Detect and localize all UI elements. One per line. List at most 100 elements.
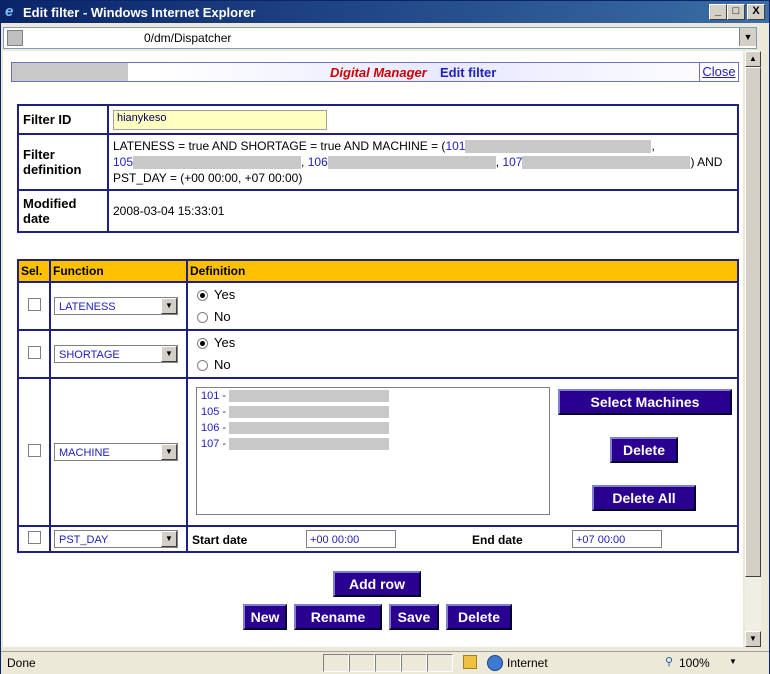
page-header: Digital Manager Edit filter Close: [11, 62, 739, 82]
status-pane: [375, 654, 401, 672]
redacted-block: [133, 156, 302, 170]
filter-info-table: Filter ID hianykeso Filter definition LAT…: [17, 104, 739, 233]
select-machines-button[interactable]: Select Machines: [558, 389, 732, 415]
page-icon: [7, 30, 23, 46]
address-dropdown-icon[interactable]: ▼: [739, 28, 756, 46]
row-checkbox[interactable]: [27, 531, 41, 544]
machine-label: 107 -: [201, 438, 227, 450]
select-value: SHORTAGE: [59, 349, 120, 361]
col-definition-header: Definition: [186, 259, 739, 283]
close-link[interactable]: Close: [699, 63, 738, 81]
end-date-label: End date: [472, 533, 523, 547]
function-select[interactable]: PST_DAY ▼: [54, 530, 178, 548]
filter-definition-text: LATENESS = true AND SHORTAGE = true AND …: [107, 133, 739, 191]
status-pane: [427, 654, 453, 672]
status-pane: [323, 654, 349, 672]
add-row-button[interactable]: Add row: [333, 571, 421, 597]
page-content: Digital Manager Edit filter Close Filter…: [3, 51, 743, 647]
label-line: definition: [23, 162, 82, 177]
machine-id: 105: [113, 155, 134, 169]
chevron-down-icon: ▼: [161, 346, 177, 362]
status-bar: Done Internet ⚲ 100% ▼: [1, 651, 769, 674]
machine-label: 106 -: [201, 422, 227, 434]
filter-id-input[interactable]: hianykeso: [113, 109, 327, 130]
function-select[interactable]: SHORTAGE ▼: [54, 345, 178, 363]
end-date-input[interactable]: +07 00:00: [572, 530, 662, 548]
yes-radio[interactable]: [197, 290, 208, 302]
radio-label: Yes: [214, 335, 236, 350]
status-pane: [349, 654, 375, 672]
redacted-block: [229, 390, 390, 403]
start-date-input[interactable]: +00 00:00: [306, 530, 396, 548]
function-select[interactable]: LATENESS ▼: [54, 297, 178, 315]
lock-icon: [463, 655, 477, 669]
chevron-down-icon: ▼: [161, 531, 177, 547]
redacted-block: [12, 63, 128, 81]
redacted-block: [229, 438, 390, 451]
address-bar[interactable]: 0/dm/Dispatcher ▼: [3, 27, 757, 49]
yes-radio[interactable]: [197, 338, 208, 350]
title-bar: e Edit filter - Windows Internet Explore…: [1, 1, 769, 23]
maximize-button[interactable]: □: [727, 4, 745, 20]
minimize-button[interactable]: _: [709, 4, 727, 20]
no-radio[interactable]: [197, 312, 208, 324]
no-radio[interactable]: [197, 360, 208, 372]
scroll-thumb[interactable]: [745, 67, 761, 577]
definition-text: ,: [651, 139, 655, 153]
label-line: date: [23, 211, 50, 226]
definition-text: ,: [495, 155, 500, 169]
radio-label: No: [214, 309, 231, 324]
filter-definition-label: Filter definition: [17, 133, 109, 191]
start-date-label: Start date: [192, 533, 248, 547]
row-checkbox[interactable]: [27, 444, 41, 457]
col-sel-header: Sel.: [17, 259, 51, 283]
modified-date-value: 2008-03-04 15:33:01: [107, 189, 739, 233]
delete-all-button[interactable]: Delete All: [592, 485, 696, 511]
list-item[interactable]: 105 -: [197, 404, 549, 420]
radio-label: Yes: [214, 287, 236, 302]
ie-logo-icon: e: [5, 3, 14, 20]
scroll-up-icon[interactable]: ▲: [745, 51, 761, 67]
chevron-down-icon: ▼: [161, 444, 177, 460]
address-url: 0/dm/Dispatcher: [144, 31, 232, 45]
redacted-block: [229, 406, 390, 419]
table-row: LATENESS ▼ Yes No: [17, 281, 739, 331]
label-line: Modified: [23, 196, 77, 211]
vertical-scrollbar[interactable]: ▲ ▼: [745, 51, 761, 647]
scroll-down-icon[interactable]: ▼: [745, 631, 761, 647]
rename-button[interactable]: Rename: [294, 604, 382, 630]
radio-label: No: [214, 357, 231, 372]
zoom-level[interactable]: 100%: [679, 656, 710, 670]
functions-table: Sel. Function Definition LATENESS ▼ Yes N…: [17, 259, 739, 553]
select-value: MACHINE: [59, 447, 110, 459]
list-item[interactable]: 106 -: [197, 420, 549, 436]
table-row: PST_DAY ▼ Start date +00 00:00 End date +…: [17, 525, 739, 553]
table-row: SHORTAGE ▼ Yes No: [17, 329, 739, 379]
list-item[interactable]: 101 -: [197, 388, 549, 404]
list-item[interactable]: 107 -: [197, 436, 549, 452]
window-title: Edit filter - Windows Internet Explorer: [23, 5, 256, 20]
col-function-header: Function: [49, 259, 188, 283]
page-heading: Edit filter: [440, 65, 497, 80]
security-zone: Internet: [507, 656, 548, 670]
definition-text: PST_DAY = (+00 00:00, +07 00:00): [113, 171, 303, 185]
redacted-block: [465, 140, 652, 154]
definition-text: LATENESS = true AND SHORTAGE = true AND …: [113, 139, 446, 153]
zoom-icon[interactable]: ⚲: [665, 655, 673, 668]
function-select[interactable]: MACHINE ▼: [54, 443, 178, 461]
new-button[interactable]: New: [243, 604, 287, 630]
row-checkbox[interactable]: [27, 298, 41, 311]
delete-machine-button[interactable]: Delete: [610, 437, 678, 463]
redacted-block: [327, 156, 496, 170]
row-checkbox[interactable]: [27, 346, 41, 359]
close-window-button[interactable]: X: [747, 4, 765, 20]
save-button[interactable]: Save: [389, 604, 439, 630]
zoom-dropdown-icon[interactable]: ▼: [729, 657, 737, 666]
status-pane: [401, 654, 427, 672]
machine-list[interactable]: 101 - 105 - 106 - 107 -: [196, 387, 550, 515]
status-text: Done: [7, 656, 36, 670]
browser-window: e Edit filter - Windows Internet Explore…: [0, 0, 770, 674]
delete-filter-button[interactable]: Delete: [446, 604, 512, 630]
redacted-block: [229, 422, 390, 435]
machine-id: 107: [502, 155, 523, 169]
